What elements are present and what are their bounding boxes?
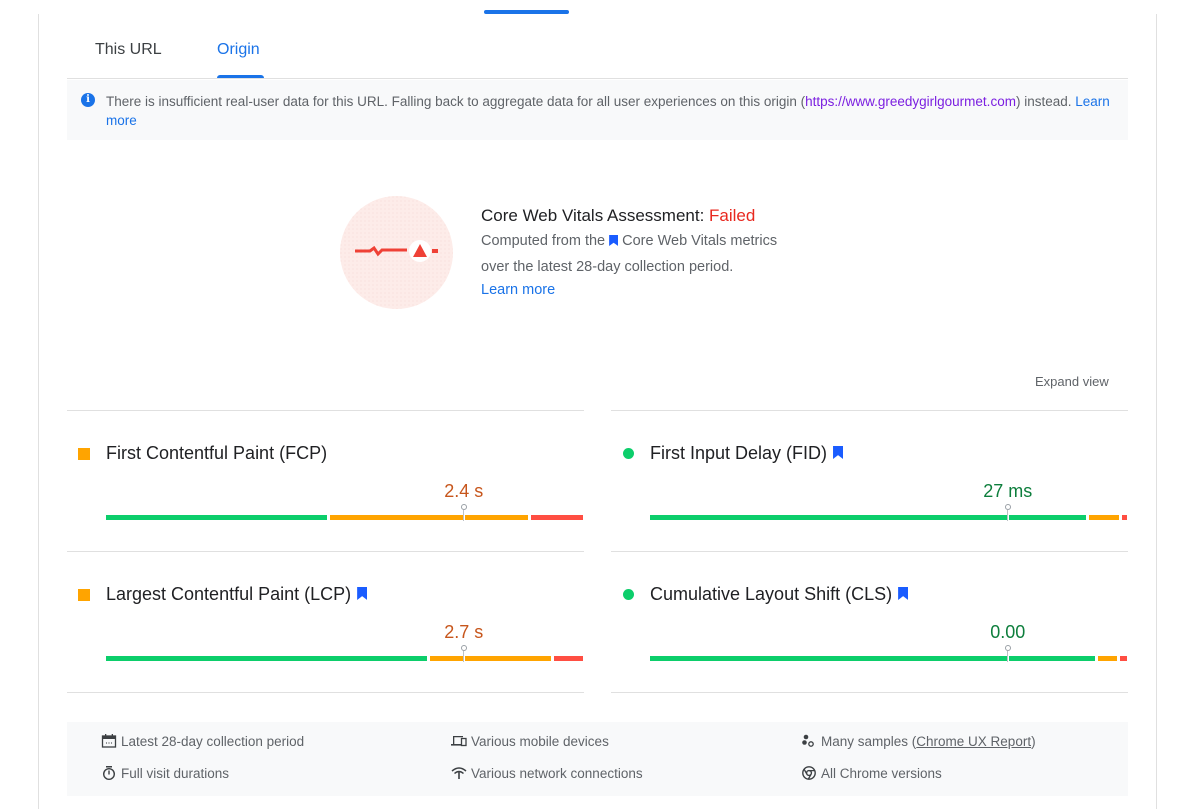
segment-needs-improvement	[1098, 656, 1117, 661]
assessment-learn-more-link[interactable]: Learn more	[481, 280, 901, 300]
chrome-icon	[802, 766, 816, 780]
marker-stem	[1006, 510, 1009, 521]
tab-this-url[interactable]: This URL	[95, 41, 162, 59]
needs-improvement-square-icon	[78, 448, 90, 460]
p75-marker	[460, 645, 467, 662]
metric-lcp: Largest Contentful Paint (LCP) 2.7 s	[67, 551, 584, 693]
metric-name-text: First Input Delay (FID)	[650, 443, 828, 463]
calendar-icon	[101, 734, 117, 748]
metric-value: 0.00	[990, 622, 1026, 642]
footer-item-network: Various network connections	[451, 766, 643, 781]
samples-icon	[802, 734, 814, 747]
frame-border-right	[1156, 14, 1157, 809]
failed-assessment-icon	[340, 196, 453, 309]
collection-info-footer: Latest 28-day collection period Various …	[67, 722, 1128, 796]
core-vital-bookmark-icon	[833, 446, 844, 459]
metric-name: First Contentful Paint (FCP)	[106, 443, 327, 464]
metric-name: Largest Contentful Paint (LCP)	[106, 584, 371, 605]
distribution-bar	[106, 504, 583, 521]
top-tab-indicator	[484, 10, 569, 14]
timer-icon	[103, 766, 115, 780]
notice-text: There is insufficient real-user data for…	[81, 92, 1114, 130]
footer-item-samples: Many samples (Chrome UX Report)	[801, 734, 1036, 749]
p75-marker	[1004, 645, 1011, 662]
origin-link[interactable]: https://www.greedygirlgourmet.com	[805, 94, 1016, 109]
metric-fid: First Input Delay (FID) 27 ms	[611, 410, 1128, 551]
chrome-ux-report-link[interactable]: Chrome UX Report	[916, 734, 1031, 749]
footer-item-text: Many samples (	[821, 734, 917, 749]
notice-text-before: There is insufficient real-user data for…	[106, 94, 806, 109]
core-vital-bookmark-icon	[357, 587, 368, 600]
assessment-status: Failed	[709, 206, 756, 225]
active-tab-underline	[217, 75, 264, 78]
metric-fcp: First Contentful Paint (FCP) 2.4 s	[67, 410, 584, 551]
metric-cls: Cumulative Layout Shift (CLS) 0.00	[611, 551, 1128, 693]
segment-good	[650, 656, 1096, 661]
metric-name: Cumulative Layout Shift (CLS)	[650, 584, 912, 605]
footer-item-chrome-versions: All Chrome versions	[801, 766, 942, 781]
p75-marker	[460, 504, 467, 521]
segment-poor	[554, 656, 583, 661]
bookmark-icon	[609, 235, 619, 246]
good-circle-icon	[623, 448, 634, 459]
expand-view-button[interactable]: Expand view	[1035, 374, 1109, 389]
assessment-text: Core Web Vitals Assessment: Failed Compu…	[481, 206, 901, 300]
metric-name: First Input Delay (FID)	[650, 443, 847, 464]
segment-needs-improvement	[330, 515, 528, 520]
assessment-desc-before: Computed from the	[481, 233, 606, 249]
segment-needs-improvement	[430, 656, 552, 661]
marker-stem	[1006, 651, 1009, 662]
metric-value: 27 ms	[983, 481, 1033, 501]
segment-poor	[530, 515, 583, 520]
tab-origin[interactable]: Origin	[217, 41, 260, 59]
metric-value: 2.4 s	[444, 481, 484, 501]
footer-item-devices: Various mobile devices	[451, 734, 609, 749]
assessment-title-label: Core Web Vitals Assessment:	[481, 206, 710, 225]
metric-value: 2.7 s	[444, 622, 484, 642]
segment-needs-improvement	[1088, 515, 1120, 520]
p75-marker	[1004, 504, 1011, 521]
segment-poor	[1119, 656, 1127, 661]
core-vital-bookmark-icon	[898, 587, 909, 600]
footer-item-collection-period: Latest 28-day collection period	[101, 734, 304, 749]
needs-improvement-square-icon	[78, 589, 90, 601]
metric-name-text: Largest Contentful Paint (LCP)	[106, 584, 352, 604]
footer-item-text: Various network connections	[471, 766, 643, 781]
footer-item-text-after: )	[1031, 734, 1036, 749]
footer-item-text: Latest 28-day collection period	[121, 734, 305, 749]
segment-good	[106, 515, 328, 520]
devices-icon	[451, 736, 467, 747]
segment-good	[650, 515, 1086, 520]
segment-good	[106, 656, 428, 661]
footer-item-visit-durations: Full visit durations	[101, 766, 229, 781]
vitals-pulse-icon	[340, 196, 453, 309]
footer-item-text: Various mobile devices	[471, 734, 609, 749]
marker-stem	[462, 651, 465, 662]
network-icon	[451, 767, 467, 779]
distribution-bar	[106, 645, 583, 662]
marker-stem	[462, 510, 465, 521]
segment-poor	[1122, 515, 1127, 520]
metric-name-text: Cumulative Layout Shift (CLS)	[650, 584, 893, 604]
assessment-title: Core Web Vitals Assessment: Failed	[481, 206, 901, 226]
footer-item-text: Full visit durations	[121, 766, 230, 781]
good-circle-icon	[623, 589, 634, 600]
assessment-desc-line2: over the latest 28-day collection period…	[481, 259, 734, 275]
metric-name-text: First Contentful Paint (FCP)	[106, 443, 328, 463]
assessment-description: Computed from the Core Web Vitals metrics…	[481, 228, 901, 280]
info-icon: i	[81, 93, 95, 107]
distribution-bar	[650, 504, 1127, 521]
cwv-metrics-label: Core Web Vitals metrics	[622, 233, 778, 249]
distribution-bar	[650, 645, 1127, 662]
notice-text-after: ) instead.	[1015, 94, 1076, 109]
footer-item-text: All Chrome versions	[821, 766, 942, 781]
frame-border-left	[38, 14, 39, 809]
tab-bar: This URL Origin	[67, 30, 1128, 79]
insufficient-data-notice: i There is insufficient real-user data f…	[67, 80, 1128, 140]
